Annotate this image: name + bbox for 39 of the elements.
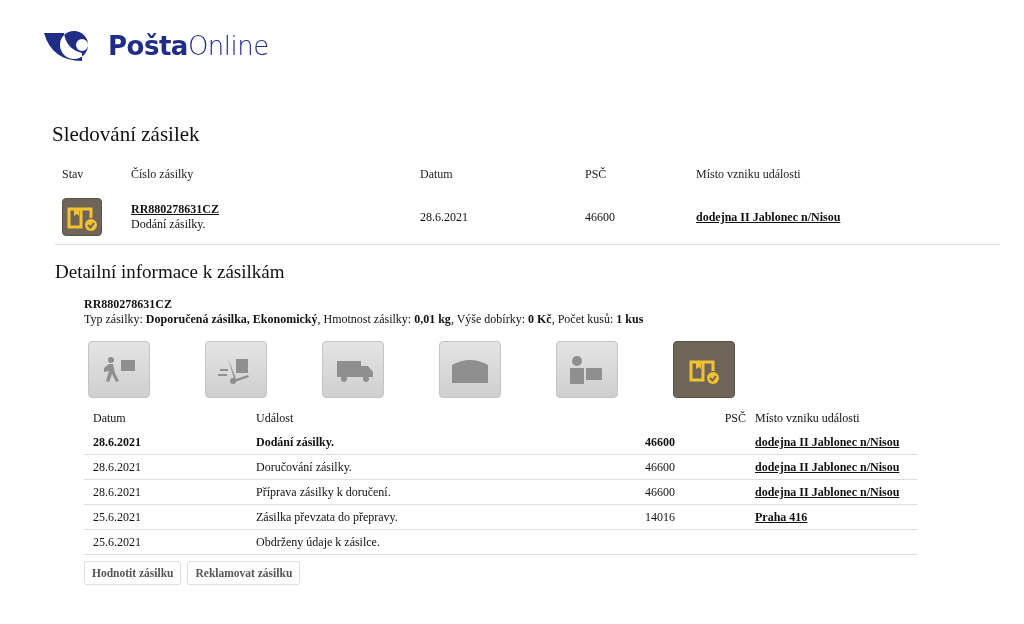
table-cell: 25.6.2021	[84, 530, 247, 555]
column-header: Místo vzniku události	[754, 409, 861, 427]
table-cell: 46600	[636, 430, 746, 455]
page-title: Sledování zásilek	[52, 122, 201, 147]
column-header: Událost	[255, 409, 295, 427]
column-header: PSČ	[723, 409, 746, 427]
table-cell: 28.6.2021	[84, 455, 247, 480]
column-header: Datum	[420, 167, 454, 182]
status-text: Dodání zásilky.	[131, 217, 207, 232]
date-text: 28.6.2021	[420, 209, 468, 225]
place-link[interactable]: dodejna II Jablonec n/Nisou	[755, 459, 900, 475]
table-cell: 14016	[636, 505, 746, 530]
table-cell: 25.6.2021	[84, 505, 247, 530]
logo-text: PoštaOnline	[108, 31, 269, 61]
table-cell: Zásilka převzata do přepravy.	[247, 505, 636, 530]
tracking-number-link[interactable]: RR880278631CZ	[131, 202, 219, 217]
tracking-number: RR880278631CZ	[84, 297, 173, 312]
table-cell: 28.6.2021	[84, 480, 247, 505]
table-cell: 46600	[636, 480, 746, 505]
table-cell: Doručování zásilky.	[247, 455, 636, 480]
column-header: Stav	[62, 167, 85, 182]
postal-code-text: 46600	[585, 209, 615, 225]
action-button[interactable]: Reklamovat zásilku	[187, 561, 301, 585]
table-cell: Obdrženy údaje k zásilce.	[247, 530, 636, 555]
table-cell: Příprava zásilky k doručení.	[247, 480, 636, 505]
table-cell: 28.6.2021	[84, 430, 247, 455]
place-link[interactable]: dodejna II Jablonec n/Nisou	[755, 434, 900, 450]
column-header: Datum	[92, 409, 127, 427]
column-header: PSČ	[585, 167, 608, 182]
place-link[interactable]: dodejna II Jablonec n/Nisou	[696, 209, 841, 225]
place-link[interactable]: dodejna II Jablonec n/Nisou	[755, 484, 900, 500]
parcel-info: Typ zásilky: Doporučená zásilka, Ekonomický, Hmotnost zásilky: 0,01 kg, Výše dobírky: 0 Kč, Počet kusů: 1 kus	[84, 312, 645, 327]
action-button[interactable]: Hodnotit zásilku	[84, 561, 182, 585]
table-cell: 46600	[636, 455, 746, 480]
column-header: Místo vzniku události	[696, 167, 802, 182]
column-header: Číslo zásilky	[131, 167, 195, 182]
place-link[interactable]: Praha 416	[755, 509, 808, 525]
section-title: Detailní informace k zásilkám	[55, 261, 286, 283]
table-cell: Dodání zásilky.	[247, 430, 636, 455]
